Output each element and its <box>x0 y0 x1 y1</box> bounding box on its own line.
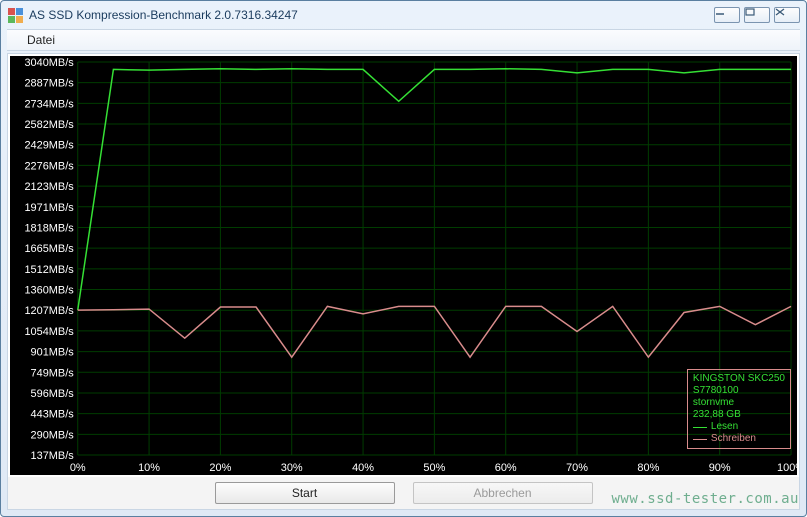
svg-text:10%: 10% <box>138 462 160 474</box>
maximize-button[interactable] <box>744 7 770 23</box>
legend-driver: stornvme <box>693 397 785 409</box>
svg-text:20%: 20% <box>209 462 231 474</box>
legend-write-label: Schreiben <box>711 433 756 445</box>
svg-text:30%: 30% <box>281 462 303 474</box>
minimize-icon <box>715 8 739 22</box>
svg-text:2887MB/s: 2887MB/s <box>24 78 74 90</box>
svg-text:60%: 60% <box>495 462 517 474</box>
chart-svg: 0% 10% 20% 30% 40% 50% 60% 70% 80% 90% 100% 3040MB/… <box>10 56 797 475</box>
app-window: AS SSD Kompression-Benchmark 2.0.7316.34… <box>0 0 807 517</box>
svg-text:0%: 0% <box>70 462 86 474</box>
menubar: Datei <box>7 29 800 51</box>
close-button[interactable] <box>774 7 800 23</box>
legend-box: KINGSTON SKC250 S7780100 stornvme 232,88… <box>687 369 791 449</box>
svg-text:1207MB/s: 1207MB/s <box>24 305 74 317</box>
cancel-button: Abbrechen <box>413 482 593 504</box>
svg-text:1665MB/s: 1665MB/s <box>24 243 74 255</box>
close-icon <box>775 8 799 22</box>
svg-text:443MB/s: 443MB/s <box>31 409 75 421</box>
minimize-button[interactable] <box>714 7 740 23</box>
svg-text:137MB/s: 137MB/s <box>31 450 75 462</box>
svg-text:1818MB/s: 1818MB/s <box>24 222 74 234</box>
window-controls <box>714 7 800 23</box>
titlebar: AS SSD Kompression-Benchmark 2.0.7316.34… <box>1 1 806 29</box>
legend-capacity: 232,88 GB <box>693 409 785 421</box>
svg-text:749MB/s: 749MB/s <box>31 367 75 379</box>
maximize-icon <box>745 8 769 22</box>
svg-text:901MB/s: 901MB/s <box>31 347 75 359</box>
svg-text:100%: 100% <box>777 462 797 474</box>
legend-firmware: S7780100 <box>693 385 785 397</box>
svg-text:50%: 50% <box>423 462 445 474</box>
body-area: 0% 10% 20% 30% 40% 50% 60% 70% 80% 90% 100% 3040MB/… <box>7 53 800 510</box>
svg-text:2123MB/s: 2123MB/s <box>24 181 74 193</box>
legend-write-swatch <box>693 439 707 440</box>
svg-text:90%: 90% <box>709 462 731 474</box>
svg-text:1971MB/s: 1971MB/s <box>24 202 74 214</box>
app-icon <box>7 7 23 23</box>
legend-write-row: Schreiben <box>693 433 785 445</box>
legend-read-swatch <box>693 427 707 428</box>
legend-device: KINGSTON SKC250 <box>693 373 785 385</box>
svg-text:40%: 40% <box>352 462 374 474</box>
svg-text:2734MB/s: 2734MB/s <box>24 98 74 110</box>
svg-text:1512MB/s: 1512MB/s <box>24 264 74 276</box>
legend-read-row: Lesen <box>693 421 785 433</box>
svg-text:596MB/s: 596MB/s <box>31 388 75 400</box>
svg-text:80%: 80% <box>637 462 659 474</box>
svg-text:290MB/s: 290MB/s <box>31 429 75 441</box>
menu-datei[interactable]: Datei <box>19 31 63 49</box>
start-button[interactable]: Start <box>215 482 395 504</box>
chart-area: 0% 10% 20% 30% 40% 50% 60% 70% 80% 90% 100% 3040MB/… <box>10 56 797 475</box>
svg-text:1054MB/s: 1054MB/s <box>24 326 74 338</box>
svg-text:2276MB/s: 2276MB/s <box>24 160 74 172</box>
svg-text:1360MB/s: 1360MB/s <box>24 285 74 297</box>
svg-text:3040MB/s: 3040MB/s <box>24 57 74 69</box>
window-title: AS SSD Kompression-Benchmark 2.0.7316.34… <box>29 8 714 22</box>
svg-text:2429MB/s: 2429MB/s <box>24 140 74 152</box>
svg-text:70%: 70% <box>566 462 588 474</box>
button-row: Start Abbrechen <box>8 477 799 509</box>
legend-read-label: Lesen <box>711 421 738 433</box>
svg-text:2582MB/s: 2582MB/s <box>24 119 74 131</box>
